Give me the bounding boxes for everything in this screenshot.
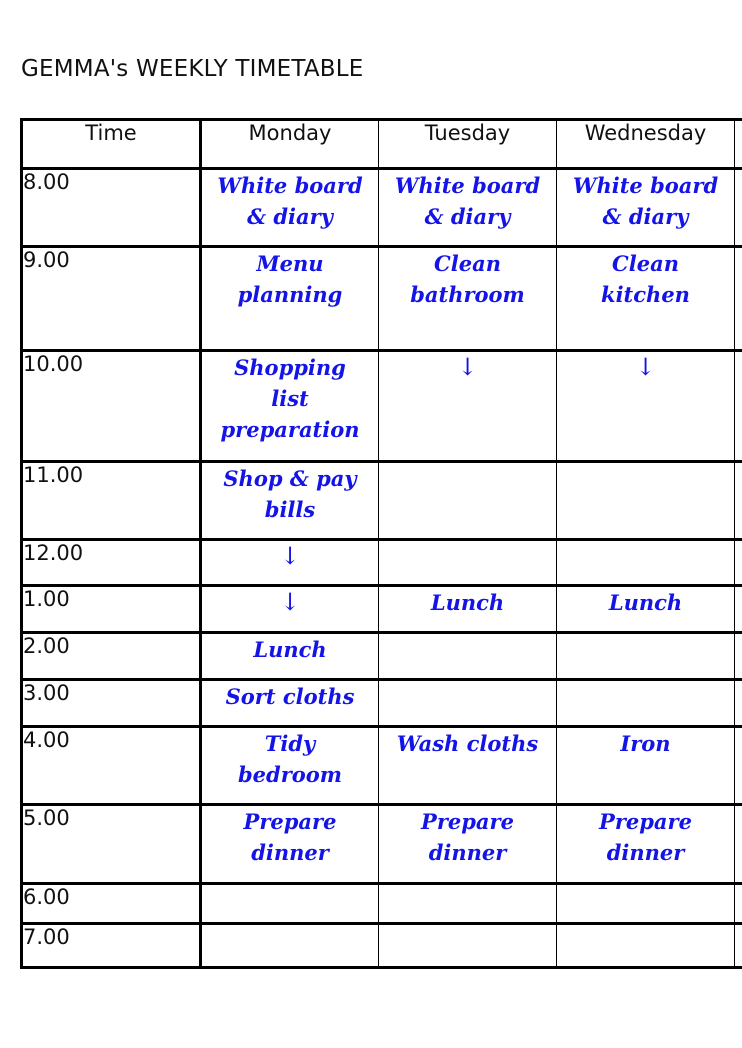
monday-activity-cell — [199, 922, 379, 969]
time-cell: 8.00 — [20, 167, 201, 248]
header-row: Time Monday Tuesday Wednesday — [20, 118, 742, 170]
table-row: 1.00 ↓ Lunch Lunch — [20, 584, 742, 634]
cut-off-cell — [734, 725, 742, 806]
table-row: 11.00 Shop & pay bills — [20, 460, 742, 541]
time-cell: 11.00 — [20, 460, 201, 541]
monday-activity-cell: Lunch — [199, 631, 379, 681]
wednesday-activity-cell — [556, 678, 735, 728]
monday-activity-cell: ↓ — [199, 584, 379, 634]
cut-off-cell — [734, 922, 742, 969]
monday-activity-cell: Sort cloths — [199, 678, 379, 728]
time-cell: 4.00 — [20, 725, 201, 806]
table-row: 3.00 Sort cloths — [20, 678, 742, 728]
header-monday: Monday — [199, 118, 379, 170]
monday-activity-cell: ↓ — [199, 538, 379, 587]
monday-activity-cell: Menu planning — [199, 245, 379, 352]
wednesday-activity-cell — [556, 882, 735, 925]
table-row: 4.00 Tidy bedroom Wash cloths Iron — [20, 725, 742, 806]
wednesday-activity-cell — [556, 922, 735, 969]
table-row: 9.00 Menu planning Clean bathroom Clean kit… — [20, 245, 742, 352]
tuesday-activity-cell: Clean bathroom — [378, 245, 557, 352]
monday-activity-cell: Prepare dinner — [199, 803, 379, 885]
time-cell: 2.00 — [20, 631, 201, 681]
cut-off-cell — [734, 167, 742, 248]
wednesday-activity-cell: Clean kitchen — [556, 245, 735, 352]
tuesday-activity-cell: Prepare dinner — [378, 803, 557, 885]
wednesday-activity-cell: Iron — [556, 725, 735, 806]
weekly-timetable: Time Monday Tuesday Wednesday 8.00 White … — [20, 118, 742, 969]
monday-activity-cell: Tidy bedroom — [199, 725, 379, 806]
wednesday-activity-cell — [556, 538, 735, 587]
cut-off-cell — [734, 882, 742, 925]
time-cell: 9.00 — [20, 245, 201, 352]
wednesday-activity-cell — [556, 631, 735, 681]
time-cell: 6.00 — [20, 882, 201, 925]
time-cell: 10.00 — [20, 349, 201, 463]
header-cut-off-column — [734, 118, 742, 170]
cut-off-cell — [734, 349, 742, 463]
wednesday-activity-cell: ↓ — [556, 349, 735, 463]
header-tuesday: Tuesday — [378, 118, 557, 170]
wednesday-activity-cell: White board & diary — [556, 167, 735, 248]
cut-off-cell — [734, 245, 742, 352]
wednesday-activity-cell: Prepare dinner — [556, 803, 735, 885]
tuesday-activity-cell — [378, 882, 557, 925]
time-cell: 12.00 — [20, 538, 201, 587]
cut-off-cell — [734, 584, 742, 634]
header-wednesday: Wednesday — [556, 118, 735, 170]
tuesday-activity-cell: Lunch — [378, 584, 557, 634]
header-time: Time — [20, 118, 201, 170]
tuesday-activity-cell — [378, 678, 557, 728]
table-row: 12.00 ↓ — [20, 538, 742, 587]
table-row: 6.00 — [20, 882, 742, 925]
page-title: GEMMA's WEEKLY TIMETABLE — [21, 56, 364, 82]
time-cell: 7.00 — [20, 922, 201, 969]
monday-activity-cell: Shop & pay bills — [199, 460, 379, 541]
table-row: 5.00 Prepare dinner Prepare dinner Prepare … — [20, 803, 742, 885]
monday-activity-cell: White board & diary — [199, 167, 379, 248]
monday-activity-cell: Shopping list preparation — [199, 349, 379, 463]
wednesday-activity-cell: Lunch — [556, 584, 735, 634]
cut-off-cell — [734, 538, 742, 587]
table-row: 8.00 White board & diary White board & dia… — [20, 167, 742, 248]
monday-activity-cell — [199, 882, 379, 925]
table-row: 2.00 Lunch — [20, 631, 742, 681]
time-cell: 1.00 — [20, 584, 201, 634]
tuesday-activity-cell — [378, 922, 557, 969]
tuesday-activity-cell — [378, 460, 557, 541]
time-cell: 5.00 — [20, 803, 201, 885]
cut-off-cell — [734, 631, 742, 681]
tuesday-activity-cell — [378, 538, 557, 587]
tuesday-activity-cell: ↓ — [378, 349, 557, 463]
cut-off-cell — [734, 803, 742, 885]
time-cell: 3.00 — [20, 678, 201, 728]
table-row: 7.00 — [20, 922, 742, 969]
table-row: 10.00 Shopping list preparation ↓ ↓ — [20, 349, 742, 463]
cut-off-cell — [734, 678, 742, 728]
tuesday-activity-cell: Wash cloths — [378, 725, 557, 806]
wednesday-activity-cell — [556, 460, 735, 541]
tuesday-activity-cell — [378, 631, 557, 681]
cut-off-cell — [734, 460, 742, 541]
tuesday-activity-cell: White board & diary — [378, 167, 557, 248]
